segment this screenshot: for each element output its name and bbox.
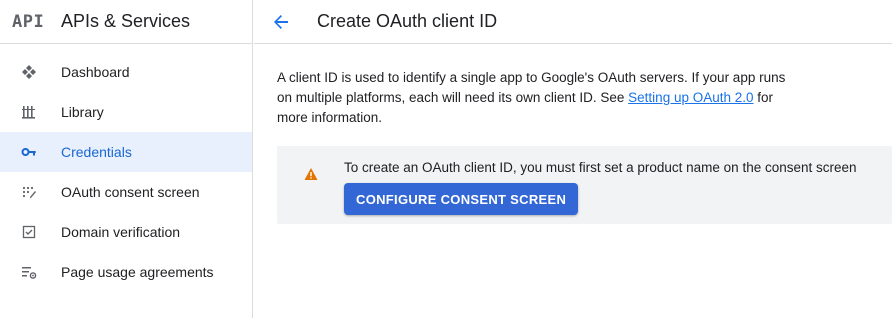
sidebar-nav: Dashboard Library Credentials OAuth cons… <box>0 44 252 292</box>
checkbox-icon <box>0 224 61 240</box>
api-logo[interactable]: API <box>12 12 61 32</box>
sidebar-item-dashboard[interactable]: Dashboard <box>0 52 252 92</box>
configure-consent-screen-button[interactable]: CONFIGURE CONSENT SCREEN <box>344 183 579 215</box>
sidebar-item-oauth-consent[interactable]: OAuth consent screen <box>0 172 252 212</box>
sidebar-item-page-usage[interactable]: Page usage agreements <box>0 252 252 292</box>
back-button[interactable] <box>254 12 308 32</box>
sidebar-item-domain-verification[interactable]: Domain verification <box>0 212 252 252</box>
notice-text: To create an OAuth client ID, you must f… <box>344 160 857 175</box>
consent-icon <box>0 184 61 200</box>
product-title[interactable]: APIs & Services <box>61 11 190 32</box>
warning-icon <box>304 168 318 180</box>
main-panel: Create OAuth client ID A client ID is us… <box>254 0 892 318</box>
consent-notice: To create an OAuth client ID, you must f… <box>277 146 892 224</box>
sidebar-header: API APIs & Services <box>0 0 252 44</box>
sidebar-item-label: Domain verification <box>61 224 181 240</box>
library-icon <box>0 104 61 120</box>
intro-text: A client ID is used to identify a single… <box>277 68 797 128</box>
page-title: Create OAuth client ID <box>317 11 498 31</box>
sidebar-item-label: OAuth consent screen <box>61 184 200 200</box>
key-icon <box>0 144 61 160</box>
sidebar-item-library[interactable]: Library <box>0 92 252 132</box>
sidebar-item-label: Library <box>61 104 104 120</box>
sidebar-item-label: Dashboard <box>61 64 130 80</box>
sidebar-item-label: Page usage agreements <box>61 264 214 280</box>
dashboard-icon <box>0 64 61 80</box>
content: A client ID is used to identify a single… <box>254 44 892 224</box>
settings-list-icon <box>0 264 61 280</box>
setting-up-oauth-link[interactable]: Setting up OAuth 2.0 <box>628 90 753 105</box>
sidebar: API APIs & Services Dashboard Library Cr… <box>0 0 253 318</box>
arrow-back-icon <box>274 14 288 29</box>
sidebar-item-label: Credentials <box>61 144 132 160</box>
sidebar-item-credentials[interactable]: Credentials <box>0 132 252 172</box>
page-header: Create OAuth client ID <box>254 0 892 44</box>
